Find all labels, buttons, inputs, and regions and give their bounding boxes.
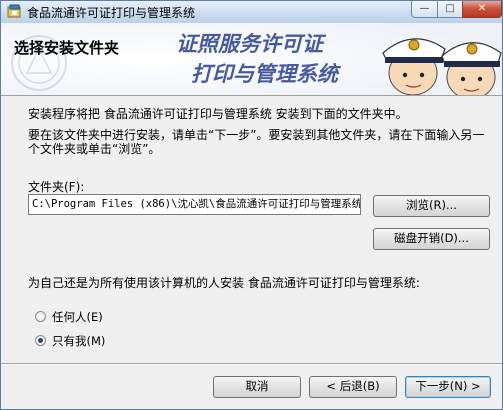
banner-artwork: 证照服务许可证 打印与管理系统 (1, 23, 502, 95)
radio-selected-dot (38, 338, 43, 343)
banner-art-text-2: 打印与管理系统 (191, 61, 342, 86)
maximize-button[interactable]: □ (437, 1, 463, 18)
installer-app-icon (7, 4, 21, 18)
folder-label: 文件夹(F): (28, 180, 85, 194)
page-title: 选择安装文件夹 (14, 39, 120, 57)
window-title: 食品流通许可证打印与管理系统 (27, 6, 196, 20)
browse-button[interactable]: 浏览(R)... (373, 195, 490, 217)
radio-everyone-circle[interactable] (35, 311, 46, 322)
folder-path-input[interactable]: C:\Program Files (x86)\沈心凯\食品流通许可证打印与管理系… (28, 194, 361, 215)
minimize-button[interactable]: — (411, 1, 438, 18)
disk-cost-button[interactable]: 磁盘开销(D)... (373, 228, 490, 250)
footer-divider (1, 363, 502, 365)
radio-just-me-label: 只有我(M) (52, 334, 106, 348)
intro-text: 安装程序将把 食品流通许可证打印与管理系统 安装到下面的文件夹中。 (28, 107, 408, 121)
back-button[interactable]: < 后退(B) (309, 376, 397, 398)
officer-cartoon-right-icon (441, 42, 502, 95)
radio-everyone-label: 任何人(E) (52, 310, 103, 324)
instructions-text: 要在该文件夹中进行安装，请单击“下一步”。要安装到其他文件夹，请在下面输入另一个… (28, 128, 485, 156)
next-button[interactable]: 下一步(N) > (405, 376, 491, 398)
installer-window: 食品流通许可证打印与管理系统 — □ ✕ 证照服务许可证 打印与管理系统 选择安… (0, 0, 503, 410)
cancel-button[interactable]: 取消 (213, 376, 301, 398)
close-button[interactable]: ✕ (462, 1, 502, 18)
radio-just-me-circle[interactable] (35, 335, 46, 346)
install-for-question: 为自己还是为所有使用该计算机的人安装 食品流通许可证打印与管理系统: (28, 276, 420, 290)
banner-art-text-1: 证照服务许可证 (176, 31, 327, 56)
header-banner: 证照服务许可证 打印与管理系统 选择安装文件夹 (1, 23, 502, 96)
title-bar[interactable]: 食品流通许可证打印与管理系统 — □ ✕ (1, 1, 502, 24)
